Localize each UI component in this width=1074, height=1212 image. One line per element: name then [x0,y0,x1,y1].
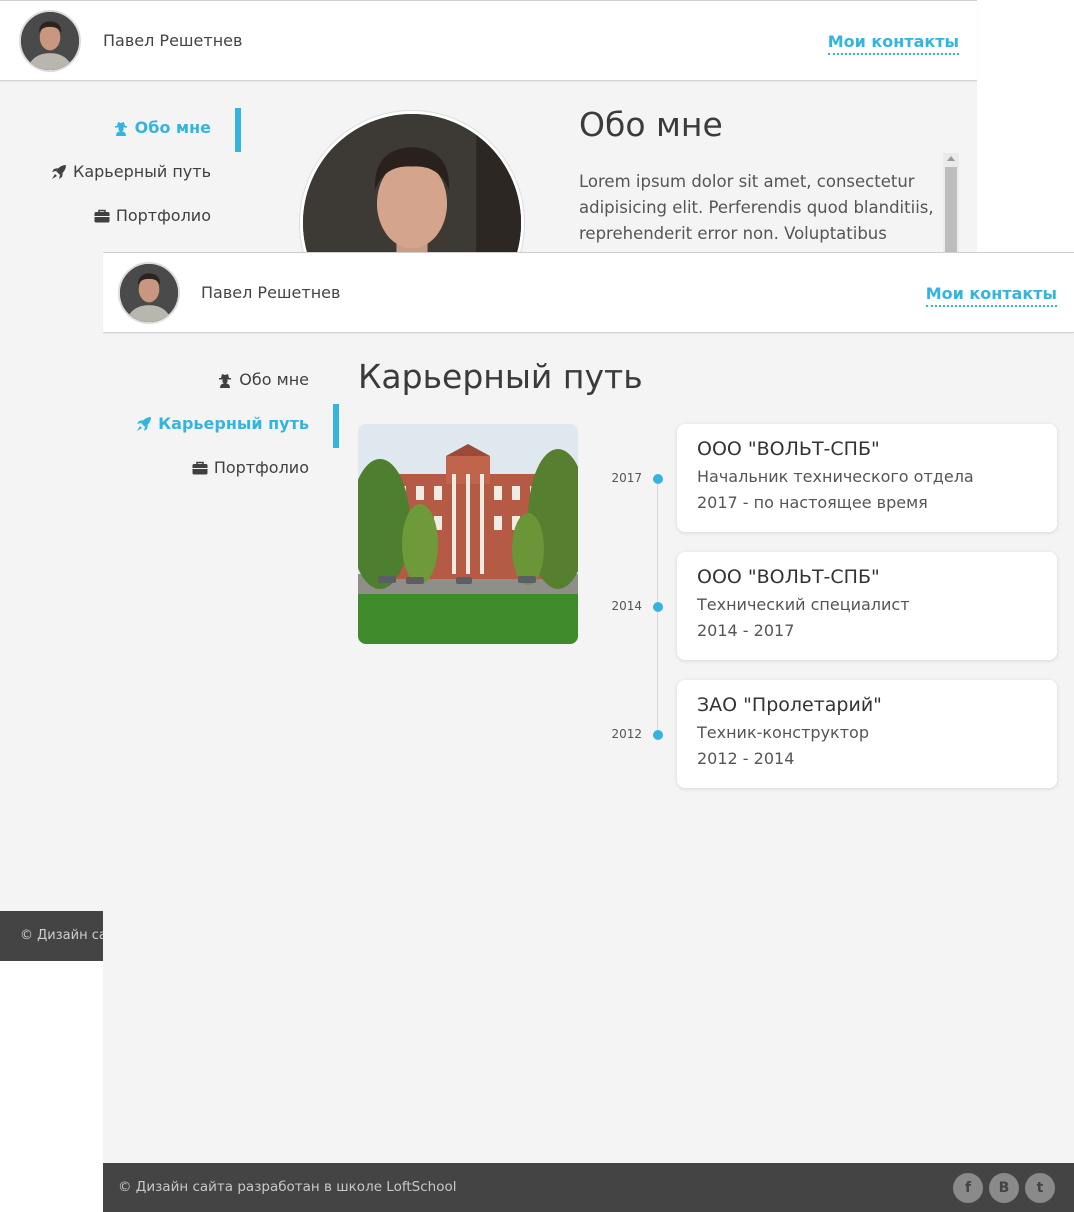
page-title: Карьерный путь [358,357,643,396]
job-card: ЗАО "Пролетарий" Техник-конструктор 2012… [677,680,1057,788]
job-card: ООО "ВОЛЬТ-СПБ" Начальник технического о… [677,424,1057,532]
briefcase-icon [192,461,208,474]
site-header: Павел Решетнев Мои контакты [103,253,1074,333]
job-company: ЗАО "Пролетарий" [697,694,882,716]
job-position: Начальник технического отдела [697,467,974,486]
site-header: Павел Решетнев Мои контакты [0,1,977,81]
about-text: Lorem ipsum dolor sit amet, consectetur … [579,172,934,243]
page-title: Обо мне [579,105,723,144]
side-nav: Обо мне Карьерный путь Портфолио [0,106,211,246]
avatar[interactable] [19,10,81,72]
timeline-year: 2014 [611,599,642,613]
timeline-dot [653,474,663,484]
nav-item-label: Обо мне [239,370,309,389]
twitter-icon[interactable]: t [1025,1173,1055,1203]
user-name: Павел Решетнев [201,283,341,302]
scrollbar[interactable] [943,153,959,263]
nav-item-about[interactable]: Обо мне [113,118,211,137]
timeline-year: 2017 [611,471,642,485]
site-footer: © Дизайн сайта разработан в школе LoftSc… [0,911,103,961]
nav-item-label: Портфолио [213,458,309,477]
job-period: 2017 - по настоящее время [697,493,928,512]
site-footer: © Дизайн сайта разработан в школе LoftSc… [103,1163,1074,1212]
nav-item-career[interactable]: Карьерный путь [51,162,211,181]
timeline-dot [653,730,663,740]
side-nav: Обо мне Карьерный путь Портфолио [103,358,309,498]
nav-item-label: Портфолио [115,206,211,225]
career-page-window: Павел Решетнев Мои контакты Обо мне Карь… [103,252,1074,1212]
job-position: Технический специалист [697,595,910,614]
job-period: 2012 - 2014 [697,749,795,768]
avatar[interactable] [118,262,180,324]
job-company: ООО "ВОЛЬТ-СПБ" [697,438,880,460]
nav-item-label: Обо мне [134,118,211,137]
footer-text: © Дизайн сайта разработан в школе LoftSc… [20,928,103,943]
active-nav-indicator [235,108,241,152]
scroll-up-arrow-icon[interactable] [947,156,955,161]
contacts-link[interactable]: Мои контакты [827,32,959,55]
nav-item-label: Карьерный путь [158,414,309,433]
nav-item-portfolio[interactable]: Портфолио [94,206,211,225]
user-secret-icon [114,121,127,136]
contacts-link[interactable]: Мои контакты [925,284,1057,307]
user-secret-icon [219,373,232,388]
briefcase-icon [94,209,110,222]
nav-item-career[interactable]: Карьерный путь [136,414,309,433]
timeline-dot [653,602,663,612]
facebook-icon[interactable]: f [953,1173,983,1203]
scrollbar-thumb[interactable] [945,167,957,263]
timeline-year: 2012 [611,727,642,741]
vk-icon[interactable]: В [989,1173,1019,1203]
job-period: 2014 - 2017 [697,621,795,640]
user-name: Павел Решетнев [103,31,243,50]
job-position: Техник-конструктор [697,723,869,742]
job-company: ООО "ВОЛЬТ-СПБ" [697,566,880,588]
rocket-icon [137,416,152,431]
footer-text: © Дизайн сайта разработан в школе LoftSc… [118,1179,457,1195]
career-photo [358,424,578,644]
nav-item-label: Карьерный путь [72,162,211,181]
job-card: ООО "ВОЛЬТ-СПБ" Технический специалист 2… [677,552,1057,660]
nav-item-about[interactable]: Обо мне [217,370,309,389]
nav-item-portfolio[interactable]: Портфолио [192,458,309,477]
active-nav-indicator [333,404,339,448]
rocket-icon [51,164,66,179]
